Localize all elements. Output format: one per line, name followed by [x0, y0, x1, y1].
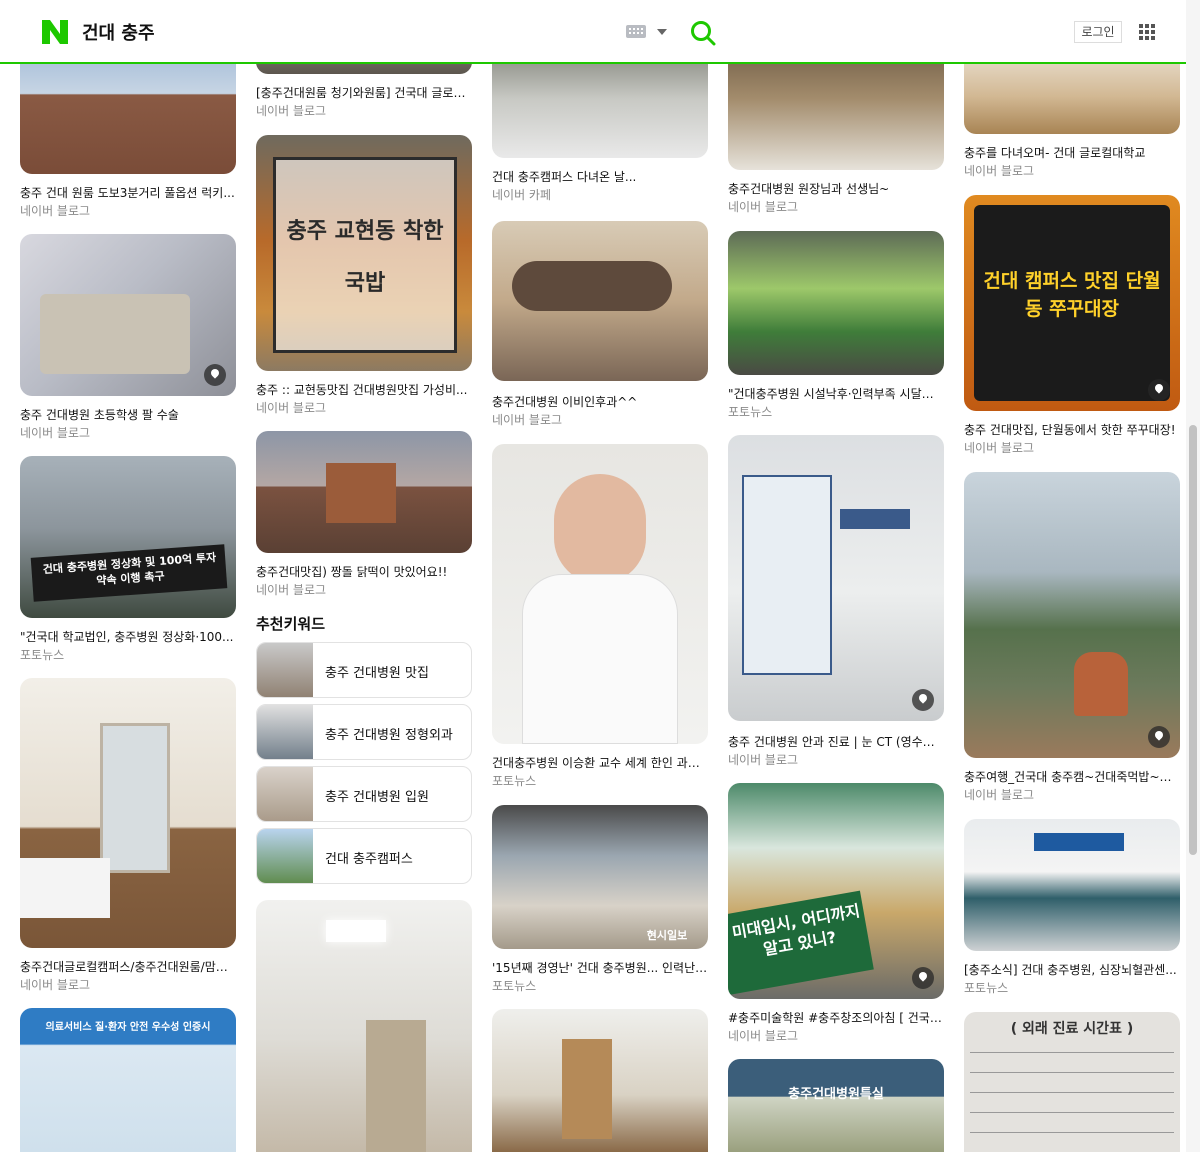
card-source[interactable]: 네이버 블로그 [728, 1027, 944, 1044]
card-source[interactable]: 네이버 블로그 [256, 399, 472, 416]
keyword-label[interactable]: 건대 충주캠퍼스 [325, 848, 413, 867]
keyboard-icon[interactable] [626, 25, 646, 38]
image-overlay-text: 현시일보 [646, 929, 688, 942]
keyword-thumbnail [257, 705, 313, 759]
card-source[interactable]: 네이버 블로그 [20, 202, 236, 219]
card-caption[interactable]: 충주건대글로컬캠퍼스/충주건대원룸/맘스... [20, 958, 236, 975]
image-overlay-text: 의료서비스 질·환자 안전 우수성 인증시 [45, 1022, 211, 1033]
card-source[interactable]: 네이버 블로그 [728, 751, 944, 768]
card-caption[interactable]: 충주 건대맛집, 단월동에서 핫한 쭈꾸대장! [964, 421, 1180, 438]
image-thumbnail[interactable]: 건대 캠퍼스 맛집 단월동 쭈꾸대장 [964, 195, 1180, 411]
card-caption[interactable]: [충주건대원룸 청기와원룸] 건국대 글로컬... [256, 84, 472, 101]
card-caption[interactable]: 충주건대병원 원장님과 선생님~ [728, 180, 944, 197]
map-pin-icon [204, 364, 226, 386]
card-caption[interactable]: 건대 충주캠퍼스 다녀온 날... [492, 168, 708, 185]
card-source[interactable]: 네이버 블로그 [964, 439, 1180, 456]
card-caption[interactable]: '15년째 경영난' 건대 충주병원... 인력난·... [492, 959, 708, 976]
keyword-item[interactable]: 충주 건대병원 입원 [256, 766, 472, 822]
card-source[interactable]: 포토뉴스 [20, 646, 236, 663]
image-thumbnail[interactable]: 현시일보 [492, 805, 708, 949]
image-thumbnail[interactable] [964, 819, 1180, 951]
card-source[interactable]: 포토뉴스 [492, 772, 708, 789]
card-source[interactable]: 네이버 블로그 [492, 411, 708, 428]
card-source[interactable]: 네이버 블로그 [20, 976, 236, 993]
image-thumbnail[interactable] [492, 221, 708, 381]
image-thumbnail[interactable] [492, 1009, 708, 1152]
apps-grid-icon[interactable] [1139, 24, 1155, 40]
keyword-label[interactable]: 충주 건대병원 입원 [325, 786, 429, 805]
image-thumbnail[interactable] [492, 444, 708, 744]
card-source[interactable]: 포토뉴스 [728, 403, 944, 420]
search-header: 건대 충주 로그인 [0, 0, 1186, 64]
image-overlay-text: 충주건대병원특실 [788, 1087, 884, 1102]
image-thumbnail[interactable]: 건대 충주병원 정상화 및 100억 투자약속 이행 촉구 [20, 456, 236, 618]
image-thumbnail[interactable]: 의료서비스 질·환자 안전 우수성 인증시 [20, 1008, 236, 1152]
image-thumbnail[interactable]: ( 외래 진료 시간표 ) [964, 1012, 1180, 1152]
image-overlay-text: 충주 교현동 착한국밥 [286, 218, 444, 296]
login-button[interactable]: 로그인 [1074, 21, 1122, 43]
image-thumbnail[interactable] [20, 234, 236, 396]
keyword-item[interactable]: 건대 충주캠퍼스 [256, 828, 472, 884]
card-source[interactable]: 포토뉴스 [492, 977, 708, 994]
image-overlay-text: ( 외래 진료 시간표 ) [1010, 1021, 1134, 1037]
card-source[interactable]: 네이버 블로그 [964, 162, 1180, 179]
card-caption[interactable]: 충주건대병원 이비인후과^^ [492, 393, 708, 410]
keyword-item[interactable]: 충주 건대병원 맛집 [256, 642, 472, 698]
card-source[interactable]: 네이버 블로그 [20, 424, 236, 441]
card-caption[interactable]: 충주를 다녀오며- 건대 글로컬대학교 [964, 144, 1180, 161]
map-pin-icon [912, 967, 934, 989]
image-thumbnail[interactable] [256, 900, 472, 1152]
map-pin-icon [912, 689, 934, 711]
card-source[interactable]: 네이버 카페 [492, 186, 708, 203]
search-query[interactable]: 건대 충주 [82, 19, 155, 45]
card-caption[interactable]: "건대충주병원 시설낙후·인력부족 시달려.... [728, 385, 944, 402]
card-source[interactable]: 포토뉴스 [964, 979, 1180, 996]
dropdown-icon[interactable] [657, 29, 667, 35]
card-caption[interactable]: 충주여행_건국대 충주캠~건대죽먹밥~충... [964, 768, 1180, 785]
image-thumbnail[interactable]: 충주 교현동 착한국밥 [256, 135, 472, 371]
image-overlay-text: 건대 캠퍼스 맛집 단월동 쭈꾸대장 [983, 270, 1161, 320]
card-source[interactable]: 네이버 블로그 [728, 198, 944, 215]
card-caption[interactable]: 충주 건대병원 안과 진료 | 눈 CT (영수증... [728, 733, 944, 750]
image-thumbnail[interactable]: 미대입시, 어디까지 알고 있니? [728, 783, 944, 999]
card-source[interactable]: 네이버 블로그 [256, 581, 472, 598]
keyword-item[interactable]: 충주 건대병원 정형외과 [256, 704, 472, 760]
map-pin-icon [1148, 379, 1170, 401]
scrollbar-thumb[interactable] [1189, 425, 1197, 855]
map-pin-icon [1148, 726, 1170, 748]
image-thumbnail[interactable] [728, 231, 944, 375]
image-thumbnail[interactable] [256, 431, 472, 553]
keyword-thumbnail [257, 767, 313, 821]
image-thumbnail[interactable] [728, 435, 944, 721]
card-source[interactable]: 네이버 블로그 [964, 786, 1180, 803]
card-caption[interactable]: #충주미술학원 #충주창조의아침 [ 건국대... [728, 1009, 944, 1026]
keyword-thumbnail [257, 829, 313, 883]
card-caption[interactable]: [충주소식] 건대 충주병원, 심장뇌혈관센... [964, 961, 1180, 978]
keyword-label[interactable]: 충주 건대병원 정형외과 [325, 724, 453, 743]
image-thumbnail[interactable] [20, 678, 236, 948]
image-thumbnail[interactable]: 충주건대병원특실 [728, 1059, 944, 1152]
card-caption[interactable]: 충주 :: 교현동맛집 건대병원맛집 가성비... [256, 381, 472, 398]
naver-logo[interactable] [42, 20, 68, 44]
image-thumbnail[interactable] [964, 472, 1180, 758]
keyword-thumbnail [257, 643, 313, 697]
card-caption[interactable]: 건대충주병원 이승환 교수 세계 한인 과학... [492, 754, 708, 771]
card-caption[interactable]: 충주 건대병원 초등학생 팔 수술 [20, 406, 236, 423]
card-source[interactable]: 네이버 블로그 [256, 102, 472, 119]
card-caption[interactable]: 충주건대맛집) 짱돌 닭떡이 맛있어요!! [256, 563, 472, 580]
card-caption[interactable]: 충주 건대 원룸 도보3분거리 풀옵션 럭키... [20, 184, 236, 201]
keyword-label[interactable]: 충주 건대병원 맛집 [325, 662, 429, 681]
keyword-section-title: 추천키워드 [256, 615, 326, 633]
card-caption[interactable]: "건국대 학교법인, 충주병원 정상화·100... [20, 628, 236, 645]
search-icon[interactable] [690, 20, 716, 46]
